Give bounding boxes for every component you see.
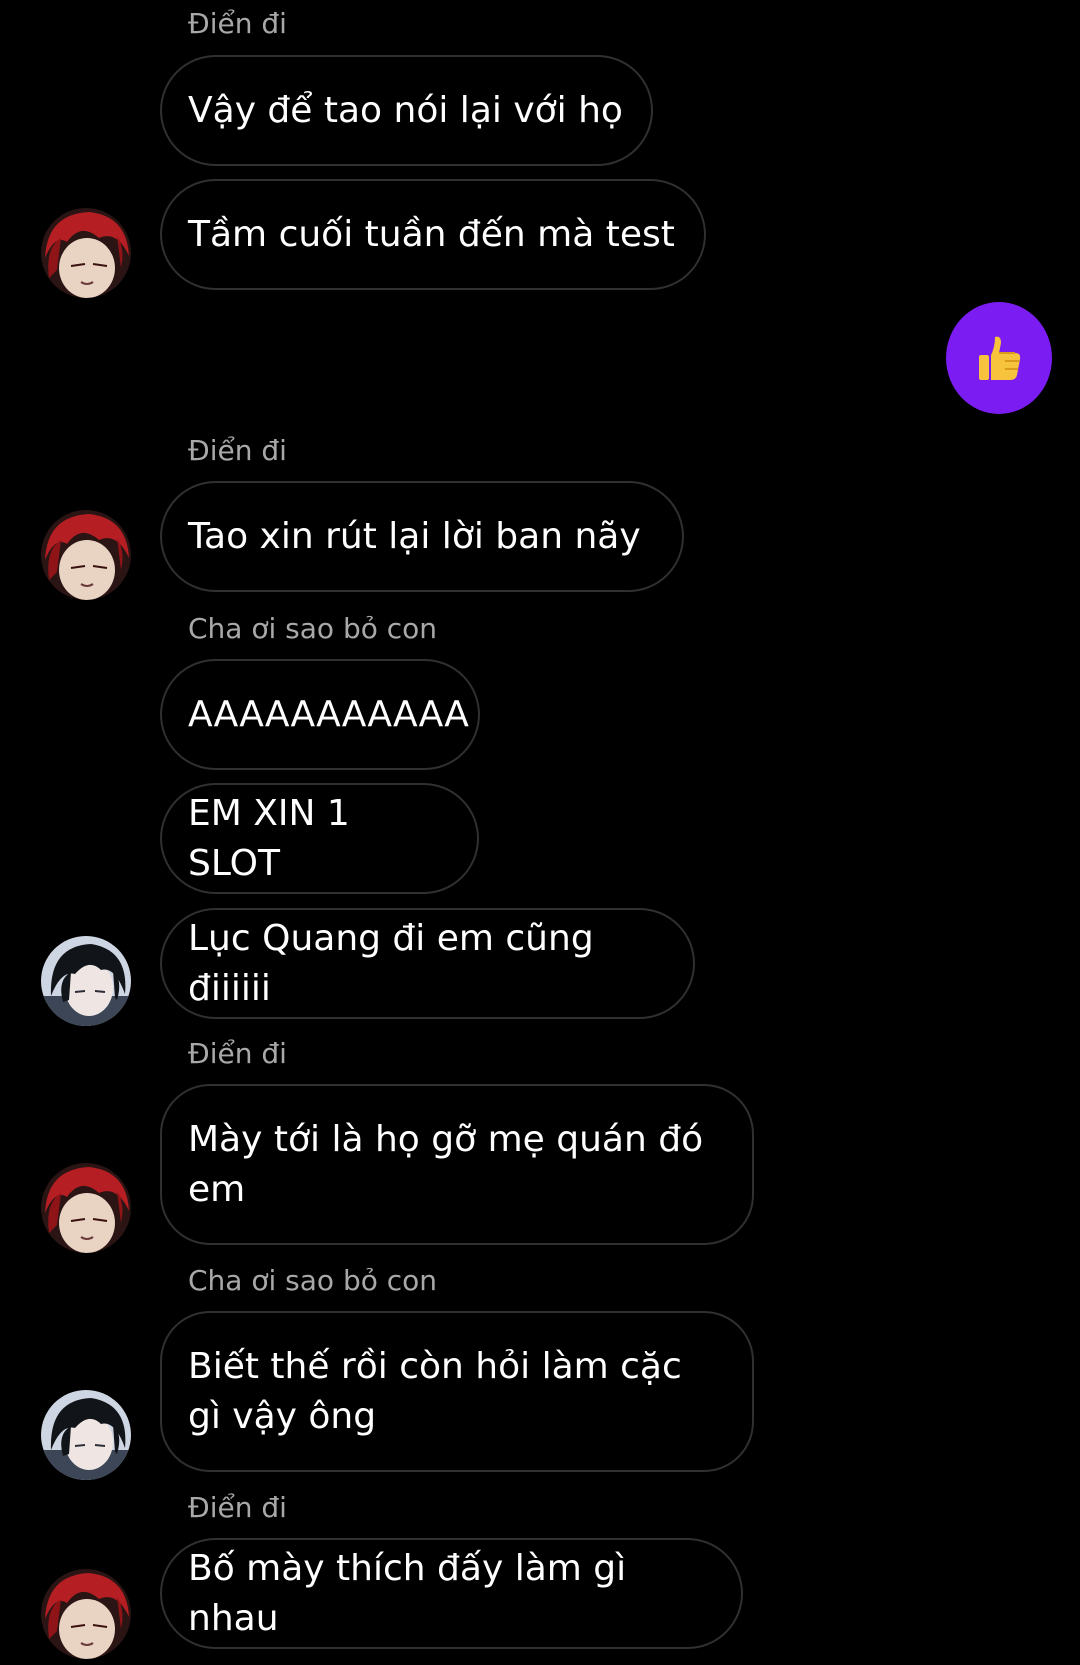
message-text: Lục Quang đi em cũng điiiiii bbox=[188, 917, 594, 1009]
red-hair-avatar-icon bbox=[41, 510, 131, 600]
dark-hair-avatar-icon bbox=[41, 936, 131, 1026]
avatar[interactable] bbox=[41, 208, 131, 298]
message-text: Mày tới là họ gỡ mẹ quán đó em bbox=[188, 1118, 704, 1210]
message-bubble[interactable]: EM XIN 1 SLOT bbox=[160, 783, 479, 894]
message-bubble[interactable]: Bố mày thích đấy làm gì nhau bbox=[160, 1538, 743, 1649]
dark-hair-avatar-icon bbox=[41, 1390, 131, 1480]
red-hair-avatar-icon bbox=[41, 208, 131, 298]
message-text: AAAAAAAAAAA bbox=[188, 693, 469, 735]
message-text: Vậy để tao nói lại với họ bbox=[188, 89, 623, 131]
message-bubble[interactable]: Biết thế rồi còn hỏi làm cặc gì vậy ông bbox=[160, 1311, 754, 1472]
message-text: EM XIN 1 SLOT bbox=[188, 792, 350, 884]
sender-name: Điển đi bbox=[188, 434, 287, 467]
avatar[interactable] bbox=[41, 1390, 131, 1480]
sender-name: Điển đi bbox=[188, 7, 287, 40]
avatar[interactable] bbox=[41, 510, 131, 600]
thumbs-up-icon bbox=[979, 336, 1021, 380]
avatar[interactable] bbox=[41, 1163, 131, 1253]
like-button[interactable] bbox=[946, 302, 1052, 414]
message-bubble[interactable]: Vậy để tao nói lại với họ bbox=[160, 55, 653, 166]
message-bubble[interactable]: AAAAAAAAAAA bbox=[160, 659, 480, 770]
red-hair-avatar-icon bbox=[41, 1163, 131, 1253]
message-text: Tầm cuối tuần đến mà test bbox=[188, 213, 675, 255]
chat-thread: Điển đi Vậy để tao nói lại với họ Tầm cu… bbox=[0, 0, 1080, 1665]
message-bubble[interactable]: Tầm cuối tuần đến mà test bbox=[160, 179, 706, 290]
message-bubble[interactable]: Mày tới là họ gỡ mẹ quán đó em bbox=[160, 1084, 754, 1245]
sender-name: Cha ơi sao bỏ con bbox=[188, 612, 438, 645]
sender-name: Điển đi bbox=[188, 1037, 287, 1070]
message-text: Tao xin rút lại lời ban nãy bbox=[188, 515, 641, 557]
sender-name: Điển đi bbox=[188, 1491, 287, 1524]
avatar[interactable] bbox=[41, 936, 131, 1026]
sender-name: Cha ơi sao bỏ con bbox=[188, 1264, 438, 1297]
red-hair-avatar-icon bbox=[41, 1569, 131, 1659]
message-bubble[interactable]: Tao xin rút lại lời ban nãy bbox=[160, 481, 684, 592]
message-text: Biết thế rồi còn hỏi làm cặc gì vậy ông bbox=[188, 1345, 682, 1437]
avatar[interactable] bbox=[41, 1569, 131, 1659]
message-text: Bố mày thích đấy làm gì nhau bbox=[188, 1547, 627, 1639]
message-bubble[interactable]: Lục Quang đi em cũng điiiiii bbox=[160, 908, 695, 1019]
